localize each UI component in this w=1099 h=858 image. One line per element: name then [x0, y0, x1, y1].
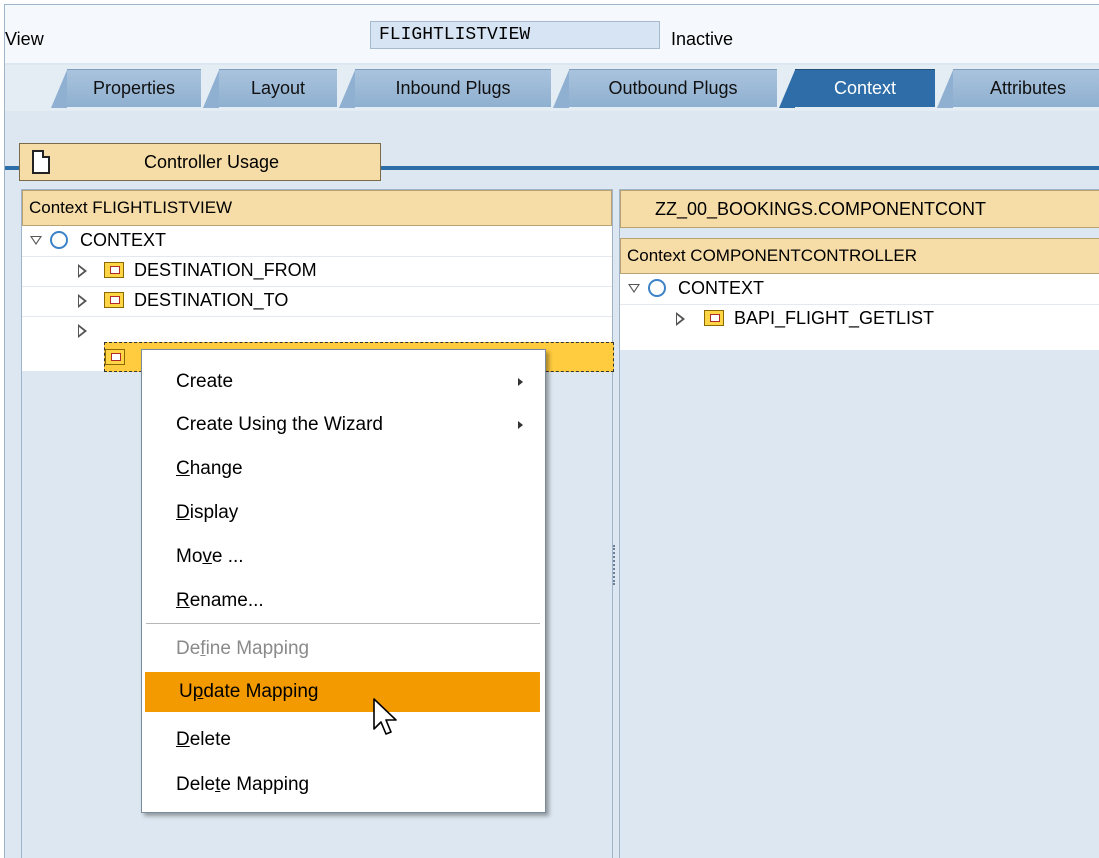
menu-item-delete[interactable]: Delete — [142, 720, 545, 760]
tree-label: CONTEXT — [80, 230, 167, 250]
menu-item-change[interactable]: Change — [142, 449, 545, 489]
menu-item-display[interactable]: Display — [142, 493, 545, 533]
panel-splitter[interactable] — [613, 545, 618, 585]
menu-item-label: Dele — [176, 774, 216, 795]
tree-label: BAPI_FLIGHT_GETLIST — [734, 308, 935, 328]
tree-row-context-root[interactable]: CONTEXT — [22, 226, 612, 257]
menu-item-mnemonic: p — [192, 681, 204, 702]
tab-properties[interactable]: Properties — [51, 69, 201, 108]
view-name-field[interactable]: FLIGHTLISTVIEW — [370, 21, 660, 49]
tree-row-destination-to[interactable]: DESTINATION_TO — [22, 286, 612, 317]
context-menu: Create Create Using the Wizard Change Di… — [141, 349, 546, 813]
menu-item-move[interactable]: Move ... — [142, 537, 545, 577]
tab-inbound-plugs[interactable]: Inbound Plugs — [339, 69, 551, 108]
menu-item-label: ename... — [189, 590, 264, 611]
collapse-icon[interactable] — [30, 236, 42, 245]
menu-item-label: U — [179, 681, 193, 702]
tree-row-destination-from[interactable]: DESTINATION_FROM — [22, 256, 612, 287]
menu-item-delete-mapping[interactable]: Delete Mapping — [142, 765, 545, 805]
tab-layout[interactable]: Layout — [203, 69, 337, 108]
menu-item-label: ine Mapping — [205, 638, 310, 659]
tree-row-bapi-flight-getlist[interactable]: BAPI_FLIGHT_GETLIST — [620, 304, 1099, 334]
component-context-tree: CONTEXT BAPI_FLIGHT_GETLIST — [620, 274, 1099, 350]
component-context-panel: ZZ_00_BOOKINGS.COMPONENTCONT Context COM… — [619, 189, 1099, 858]
menu-item-label: hange — [189, 458, 243, 479]
context-node-icon — [704, 310, 724, 326]
context-root-icon — [50, 231, 68, 249]
controller-usage-label: Controller Usage — [144, 152, 280, 172]
menu-item-label: Mo — [176, 546, 203, 567]
menu-item-mnemonic: C — [176, 458, 190, 479]
expand-icon[interactable] — [78, 294, 87, 308]
menu-item-label: elete — [189, 729, 231, 750]
menu-item-mnemonic: R — [176, 590, 190, 611]
view-label: View — [5, 29, 44, 49]
menu-item-label: Create Using the Wizard — [176, 414, 383, 435]
menu-item-label: isplay — [189, 502, 239, 523]
document-icon — [32, 150, 50, 174]
submenu-arrow-icon — [518, 421, 523, 429]
menu-item-update-mapping[interactable]: Update Mapping — [145, 672, 540, 712]
view-header: View FLIGHTLISTVIEW Inactive — [5, 5, 1099, 63]
tree-label: CONTEXT — [678, 278, 765, 298]
menu-item-create-using-wizard[interactable]: Create Using the Wizard — [142, 405, 545, 445]
menu-item-label: e ... — [211, 546, 244, 567]
menu-item-mnemonic: D — [176, 502, 190, 523]
context-root-icon — [648, 279, 666, 297]
menu-item-label: De — [176, 638, 201, 659]
view-context-title: Context FLIGHTLISTVIEW — [22, 190, 612, 226]
menu-item-label: e Mapping — [220, 774, 310, 795]
mouse-cursor-icon — [373, 698, 397, 735]
context-node-icon — [105, 349, 125, 365]
menu-item-mnemonic: D — [176, 729, 190, 750]
tree-row-context-root[interactable]: CONTEXT — [620, 274, 1099, 305]
submenu-arrow-icon — [518, 378, 523, 386]
menu-item-define-mapping: Define Mapping — [142, 629, 545, 669]
controller-usage-button[interactable]: Controller Usage — [19, 143, 381, 181]
component-context-title: Context COMPONENTCONTROLLER — [620, 238, 1099, 274]
status-text: Inactive — [671, 29, 734, 49]
tree-label: DESTINATION_TO — [134, 290, 289, 310]
menu-separator — [146, 623, 540, 624]
menu-item-label: date Mapping — [203, 681, 319, 702]
component-controller-button[interactable]: ZZ_00_BOOKINGS.COMPONENTCONT — [620, 190, 1099, 228]
collapse-icon[interactable] — [628, 284, 640, 293]
menu-item-create[interactable]: Create — [142, 362, 545, 402]
menu-item-label: Create — [176, 371, 234, 392]
expand-icon[interactable] — [78, 264, 87, 278]
context-node-icon — [104, 292, 124, 308]
expand-icon[interactable] — [676, 312, 685, 326]
tree-label: DESTINATION_FROM — [134, 260, 317, 280]
tab-context[interactable]: Context — [779, 69, 935, 108]
context-node-icon — [104, 262, 124, 278]
menu-item-mnemonic: v — [202, 546, 212, 567]
tab-outbound-plugs[interactable]: Outbound Plugs — [553, 69, 777, 108]
tab-attributes[interactable]: Attributes — [937, 69, 1099, 108]
menu-item-rename[interactable]: Rename... — [142, 581, 545, 621]
tab-strip: Properties Layout Inbound Plugs Outbound… — [5, 65, 1099, 170]
expand-icon[interactable] — [78, 324, 87, 338]
